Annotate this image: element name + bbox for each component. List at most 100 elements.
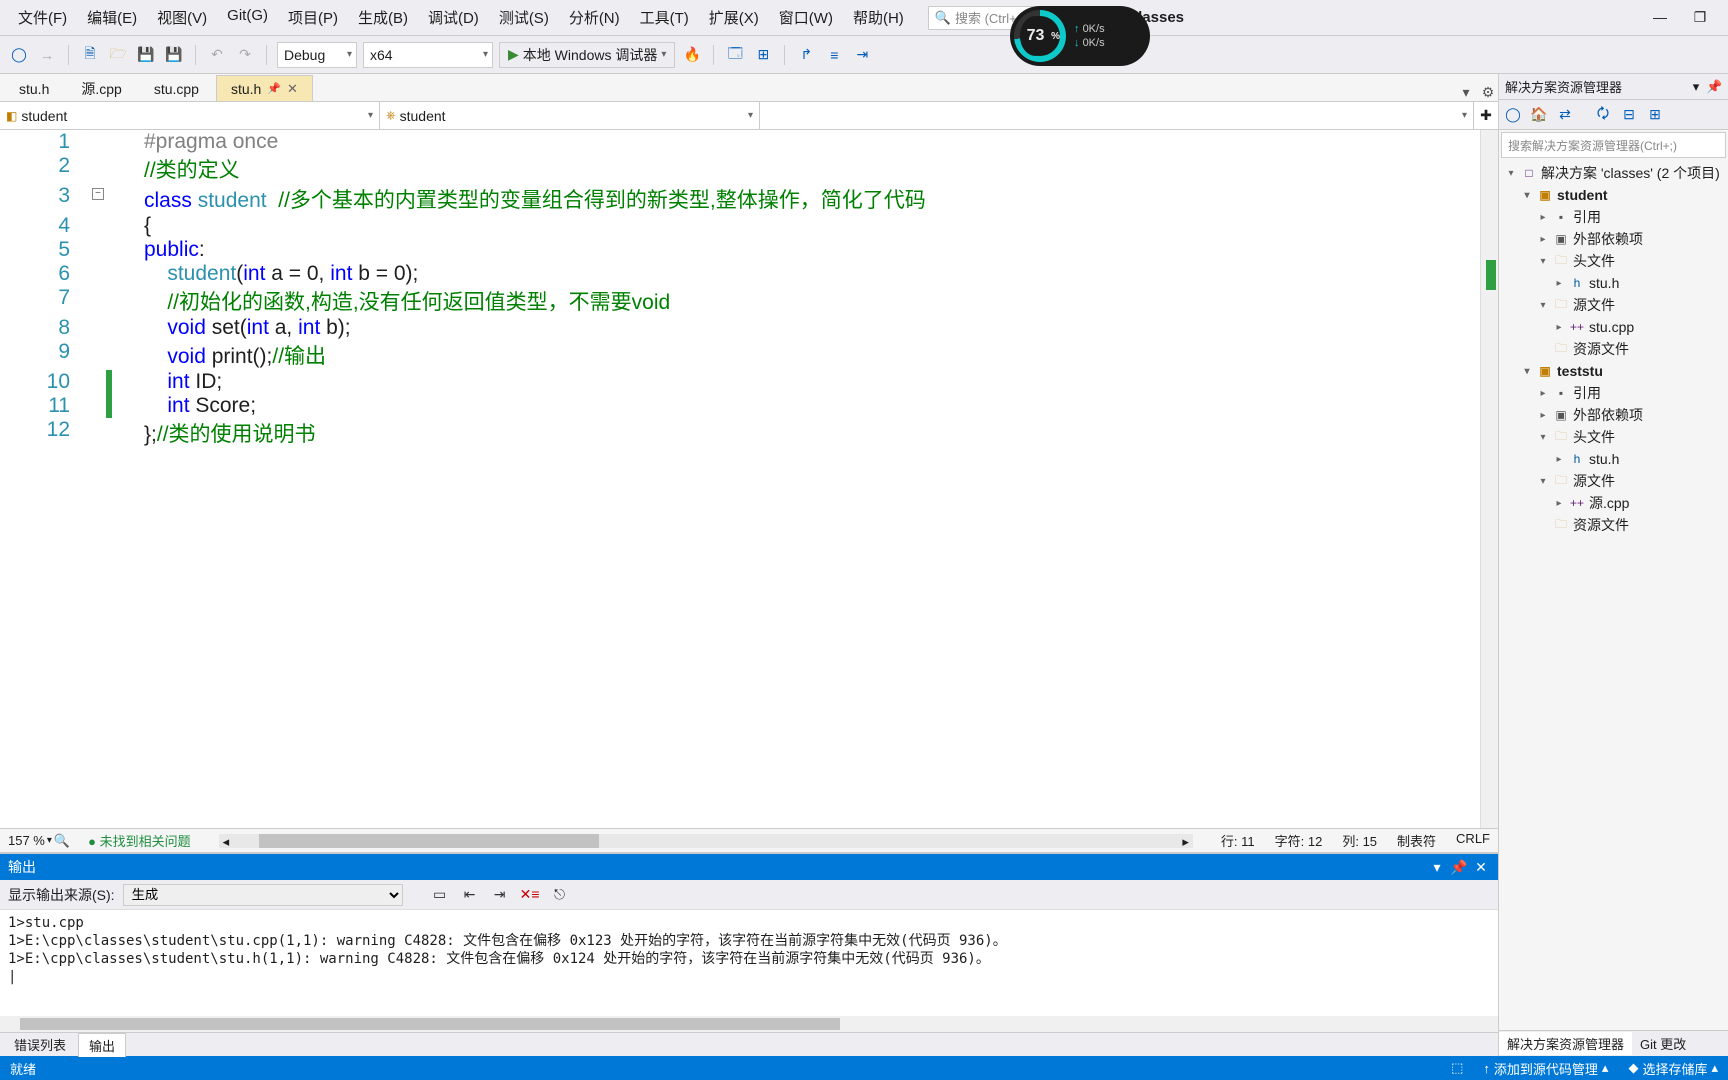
- editor-tab[interactable]: stu.cpp: [139, 75, 214, 101]
- menu-item[interactable]: 生成(B): [348, 3, 418, 32]
- fire-icon[interactable]: 🔥: [681, 44, 703, 66]
- output-link-icon[interactable]: ⎋: [549, 884, 571, 906]
- output-indent-left-icon[interactable]: ⇤: [459, 884, 481, 906]
- code-line[interactable]: void set(int a, int b);: [140, 316, 1480, 340]
- expand-icon[interactable]: ▾: [1505, 168, 1517, 179]
- se-bottom-tab[interactable]: Git 更改: [1632, 1032, 1694, 1055]
- expand-icon[interactable]: ▸: [1553, 322, 1565, 333]
- menu-item[interactable]: 编辑(E): [77, 3, 147, 32]
- undo-button[interactable]: ↶: [206, 44, 228, 66]
- menu-item[interactable]: 扩展(X): [699, 3, 769, 32]
- code-line[interactable]: student(int a = 0, int b = 0);: [140, 262, 1480, 286]
- save-button[interactable]: 💾: [135, 44, 157, 66]
- bottom-tab[interactable]: 输出: [78, 1033, 126, 1057]
- code-line[interactable]: int ID;: [140, 370, 1480, 394]
- member-select[interactable]: [760, 102, 1474, 129]
- tree-node[interactable]: ▸▣外部依赖项: [1499, 404, 1728, 426]
- lines-icon[interactable]: ≡: [823, 44, 845, 66]
- bottom-tab[interactable]: 错误列表: [4, 1033, 76, 1056]
- save-all-button[interactable]: 💾: [163, 44, 185, 66]
- se-collapse-icon[interactable]: ⊟: [1619, 106, 1639, 123]
- se-bottom-tab[interactable]: 解决方案资源管理器: [1499, 1032, 1632, 1055]
- expand-icon[interactable]: ▸: [1553, 278, 1565, 289]
- menu-item[interactable]: 窗口(W): [769, 3, 843, 32]
- expand-icon[interactable]: ▸: [1537, 234, 1549, 245]
- zoom-select[interactable]: 157 % ▾ 🔍: [8, 833, 70, 849]
- code-line[interactable]: //初始化的函数,构造,没有任何返回值类型，不需要void: [140, 286, 1480, 316]
- tree-node[interactable]: ▸++源.cpp: [1499, 492, 1728, 514]
- menu-item[interactable]: 工具(T): [630, 3, 699, 32]
- minimize-button[interactable]: —: [1650, 9, 1670, 26]
- se-showall-icon[interactable]: ⊞: [1645, 106, 1665, 123]
- output-h-scrollbar[interactable]: [0, 1016, 1498, 1032]
- code-line[interactable]: };//类的使用说明书: [140, 418, 1480, 448]
- se-refresh-icon[interactable]: 🗘: [1593, 103, 1613, 127]
- code-editor[interactable]: 1#pragma once2//类的定义3−class student //多个…: [0, 130, 1480, 828]
- new-file-button[interactable]: 🗎: [79, 44, 101, 66]
- class-select[interactable]: ⎈ student: [380, 102, 760, 129]
- se-home-icon[interactable]: 🏠: [1529, 106, 1549, 123]
- tree-node[interactable]: ▸hstu.h: [1499, 272, 1728, 294]
- maximize-button[interactable]: ❐: [1690, 9, 1710, 26]
- se-back-icon[interactable]: ◯: [1503, 106, 1523, 123]
- redo-button[interactable]: ↷: [234, 44, 256, 66]
- menu-item[interactable]: 项目(P): [278, 3, 348, 32]
- expand-icon[interactable]: ▸: [1537, 212, 1549, 223]
- issues-status[interactable]: ● 未找到相关问题: [88, 831, 190, 850]
- expand-icon[interactable]: ▾: [1537, 300, 1549, 311]
- expand-icon[interactable]: ▸: [1537, 388, 1549, 399]
- expand-icon[interactable]: ▾: [1537, 476, 1549, 487]
- expand-icon[interactable]: ▾: [1537, 432, 1549, 443]
- code-line[interactable]: class student //多个基本的内置类型的变量组合得到的新类型,整体操…: [140, 184, 1480, 214]
- se-tree[interactable]: ▾□解决方案 'classes' (2 个项目)▾▣student▸▪引用▸▣外…: [1499, 160, 1728, 1030]
- output-source-select[interactable]: 生成: [123, 884, 403, 906]
- fold-toggle[interactable]: −: [92, 188, 104, 200]
- output-dropdown-icon[interactable]: ▾: [1428, 859, 1446, 876]
- platform-select[interactable]: x64: [363, 42, 493, 68]
- code-line[interactable]: void print();//输出: [140, 340, 1480, 370]
- menu-item[interactable]: 文件(F): [8, 3, 77, 32]
- tree-node[interactable]: ▾🗀头文件: [1499, 426, 1728, 448]
- tree-node[interactable]: ▸hstu.h: [1499, 448, 1728, 470]
- se-sync-icon[interactable]: ⇄: [1555, 106, 1575, 123]
- output-text[interactable]: 1>stu.cpp 1>E:\cpp\classes\student\stu.c…: [0, 910, 1498, 1016]
- menu-item[interactable]: 分析(N): [559, 3, 630, 32]
- se-search-input[interactable]: 搜索解决方案资源管理器(Ctrl+;): [1501, 132, 1726, 158]
- expand-icon[interactable]: ▾: [1521, 190, 1533, 201]
- start-debug-button[interactable]: ▶ 本地 Windows 调试器 ▾: [499, 42, 675, 68]
- scope-select[interactable]: ◧ student: [0, 102, 380, 129]
- close-icon[interactable]: ✕: [287, 81, 298, 97]
- output-indent-right-icon[interactable]: ⇥: [489, 884, 511, 906]
- tree-node[interactable]: ▸++stu.cpp: [1499, 316, 1728, 338]
- code-line[interactable]: int Score;: [140, 394, 1480, 418]
- expand-icon[interactable]: ▸: [1553, 454, 1565, 465]
- config-select[interactable]: Debug: [277, 42, 357, 68]
- code-line[interactable]: //类的定义: [140, 154, 1480, 184]
- expand-icon[interactable]: ▸: [1553, 498, 1565, 509]
- editor-tab[interactable]: 源.cpp: [66, 75, 136, 101]
- expand-icon[interactable]: ▾: [1521, 366, 1533, 377]
- menu-item[interactable]: 测试(S): [489, 3, 559, 32]
- back-button[interactable]: ◯: [8, 44, 30, 66]
- tree-node[interactable]: ▾□解决方案 'classes' (2 个项目): [1499, 162, 1728, 184]
- se-dropdown-icon[interactable]: ▾: [1688, 79, 1704, 95]
- performance-widget[interactable]: 73% 0K/s 0K/s: [1010, 6, 1150, 66]
- tree-node[interactable]: 🗀资源文件: [1499, 514, 1728, 536]
- output-close-icon[interactable]: ✕: [1472, 859, 1490, 876]
- open-button[interactable]: 🗁: [107, 44, 129, 66]
- tree-node[interactable]: 🗀资源文件: [1499, 338, 1728, 360]
- tree-node[interactable]: ▾▣teststu: [1499, 360, 1728, 382]
- add-source-control[interactable]: ↑ 添加到源代码管理 ▴: [1483, 1059, 1608, 1078]
- tree-node[interactable]: ▾▣student: [1499, 184, 1728, 206]
- tree-node[interactable]: ▸▣外部依赖项: [1499, 228, 1728, 250]
- expand-icon[interactable]: ▾: [1537, 256, 1549, 267]
- code-line[interactable]: {: [140, 214, 1480, 238]
- select-repo[interactable]: ◆ 选择存储库 ▴: [1628, 1059, 1718, 1078]
- split-editor-button[interactable]: ✚: [1474, 102, 1498, 129]
- editor-tab[interactable]: stu.h: [4, 75, 64, 101]
- tree-node[interactable]: ▸▪引用: [1499, 382, 1728, 404]
- tabs-dropdown-icon[interactable]: ▾: [1456, 84, 1476, 101]
- tree-node[interactable]: ▾🗀源文件: [1499, 470, 1728, 492]
- menu-item[interactable]: 调试(D): [418, 3, 489, 32]
- output-clear-icon[interactable]: ▭: [429, 884, 451, 906]
